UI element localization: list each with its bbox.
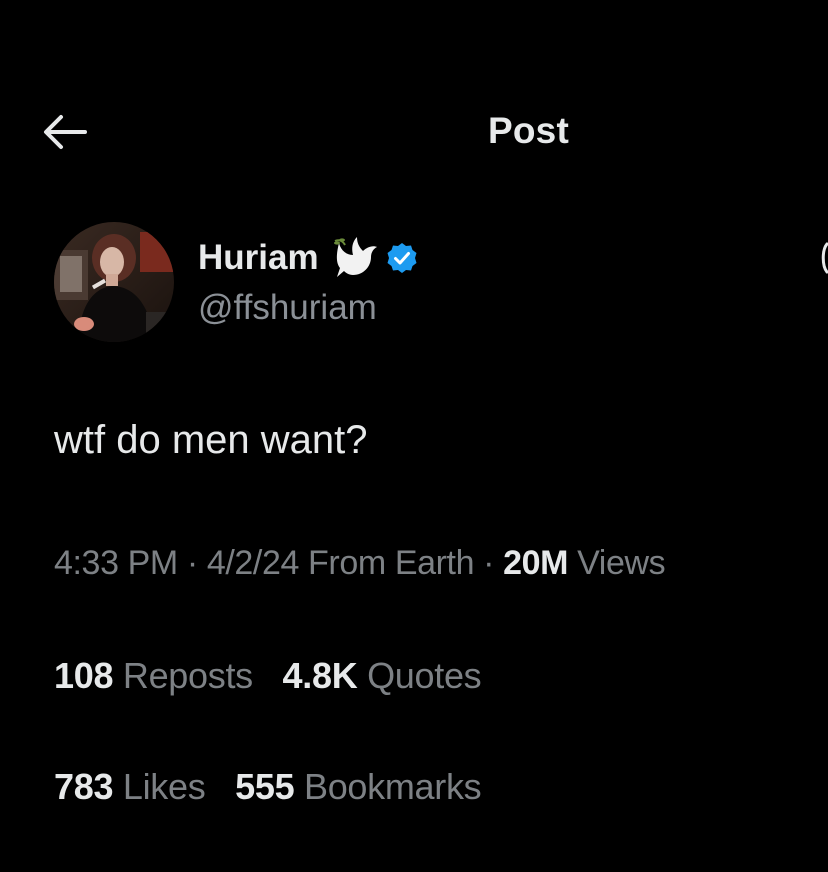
avatar[interactable] bbox=[54, 222, 174, 342]
views-label[interactable]: Views bbox=[577, 544, 665, 582]
top-bar: Post bbox=[0, 100, 828, 164]
arrow-left-icon bbox=[44, 115, 87, 149]
views-count[interactable]: 20M bbox=[503, 544, 568, 582]
likes-label: Likes bbox=[122, 766, 206, 807]
quotes-label: Quotes bbox=[367, 655, 482, 696]
likes-stat[interactable]: 783 Likes bbox=[54, 766, 206, 807]
dove-icon bbox=[333, 237, 377, 277]
bookmarks-count: 555 bbox=[235, 766, 295, 807]
meta-separator: · bbox=[483, 544, 495, 582]
quotes-stat[interactable]: 4.8K Quotes bbox=[283, 655, 482, 696]
verified-badge-icon bbox=[387, 243, 417, 273]
reposts-stat[interactable]: 108 Reposts bbox=[54, 655, 253, 696]
reposts-count: 108 bbox=[54, 655, 114, 696]
page-title: Post bbox=[488, 110, 569, 151]
post-metadata: 4:33 PM · 4/2/24 From Earth · 20M Views bbox=[54, 544, 666, 583]
avatar-photo bbox=[54, 222, 174, 342]
edge-glyph-fragment bbox=[821, 242, 828, 274]
author-name: Huriam bbox=[198, 238, 319, 277]
post-time[interactable]: 4:33 PM bbox=[54, 544, 178, 582]
engagement-row-1: 108 Reposts 4.8K Quotes bbox=[54, 655, 501, 697]
post-author: Huriam @ffshuriam bbox=[54, 222, 774, 344]
quotes-count: 4.8K bbox=[282, 655, 358, 696]
bookmarks-stat[interactable]: 555 Bookmarks bbox=[235, 766, 482, 807]
likes-count: 783 bbox=[54, 766, 114, 807]
meta-separator: · bbox=[186, 544, 198, 582]
post-text: wtf do men want? bbox=[54, 418, 368, 462]
author-name-row[interactable]: Huriam bbox=[198, 232, 419, 284]
author-handle[interactable]: @ffshuriam bbox=[198, 288, 377, 328]
bookmarks-label: Bookmarks bbox=[304, 766, 482, 807]
back-button[interactable] bbox=[36, 106, 92, 158]
post-location: From Earth bbox=[308, 544, 475, 582]
engagement-row-2: 783 Likes 555 Bookmarks bbox=[54, 766, 501, 808]
post-date[interactable]: 4/2/24 bbox=[207, 544, 300, 582]
reposts-label: Reposts bbox=[122, 655, 253, 696]
